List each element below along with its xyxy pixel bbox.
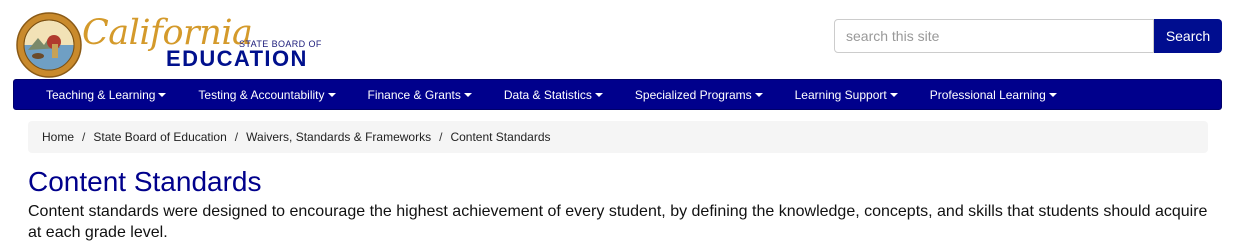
- logo-education-text[interactable]: EDUCATION: [166, 48, 308, 70]
- nav-item-finance-grants[interactable]: Finance & Grants: [350, 80, 486, 109]
- nav-item-label: Data & Statistics: [503, 87, 592, 102]
- caret-down-icon: [754, 93, 763, 97]
- search-input[interactable]: [834, 19, 1154, 53]
- breadcrumb-state-board-link[interactable]: State Board of Education: [93, 130, 226, 144]
- site-header: California STATE BOARD OF EDUCATION Sear…: [0, 0, 1236, 79]
- caret-down-icon: [327, 93, 336, 97]
- breadcrumb-current-page: Content Standards: [450, 130, 551, 144]
- nav-item-label: Specialized Programs: [634, 87, 752, 102]
- california-state-seal-logo[interactable]: [16, 12, 82, 78]
- page-title: Content Standards: [28, 166, 262, 197]
- caret-down-icon: [594, 93, 603, 97]
- nav-item-label: Professional Learning: [929, 87, 1046, 102]
- nav-item-label: Teaching & Learning: [46, 87, 156, 102]
- caret-down-icon: [463, 93, 472, 97]
- main-nav: Teaching & Learning Testing & Accountabi…: [13, 79, 1222, 110]
- breadcrumb-separator: /: [234, 130, 239, 144]
- nav-item-professional-learning[interactable]: Professional Learning: [912, 80, 1071, 109]
- breadcrumb-separator: /: [82, 130, 86, 144]
- breadcrumb-waivers-link[interactable]: Waivers, Standards & Frameworks: [246, 130, 431, 144]
- caret-down-icon: [1048, 93, 1057, 97]
- search-button[interactable]: Search: [1154, 19, 1222, 53]
- nav-item-specialized-programs[interactable]: Specialized Programs: [617, 80, 777, 109]
- nav-item-teaching-learning[interactable]: Teaching & Learning: [14, 80, 180, 109]
- nav-item-learning-support[interactable]: Learning Support: [777, 80, 912, 109]
- nav-item-testing-accountability[interactable]: Testing & Accountability: [180, 80, 349, 109]
- intro-paragraph: Content standards were designed to encou…: [28, 203, 1208, 241]
- nav-item-data-statistics[interactable]: Data & Statistics: [486, 80, 617, 109]
- nav-item-label: Learning Support: [794, 87, 887, 102]
- breadcrumb-home-link[interactable]: Home: [42, 130, 74, 144]
- breadcrumb: Home / State Board of Education / Waiver…: [28, 121, 1208, 153]
- nav-item-label: Testing & Accountability: [198, 87, 325, 102]
- nav-item-label: Finance & Grants: [367, 87, 461, 102]
- caret-down-icon: [889, 93, 898, 97]
- breadcrumb-separator: /: [439, 130, 443, 144]
- caret-down-icon: [158, 93, 167, 97]
